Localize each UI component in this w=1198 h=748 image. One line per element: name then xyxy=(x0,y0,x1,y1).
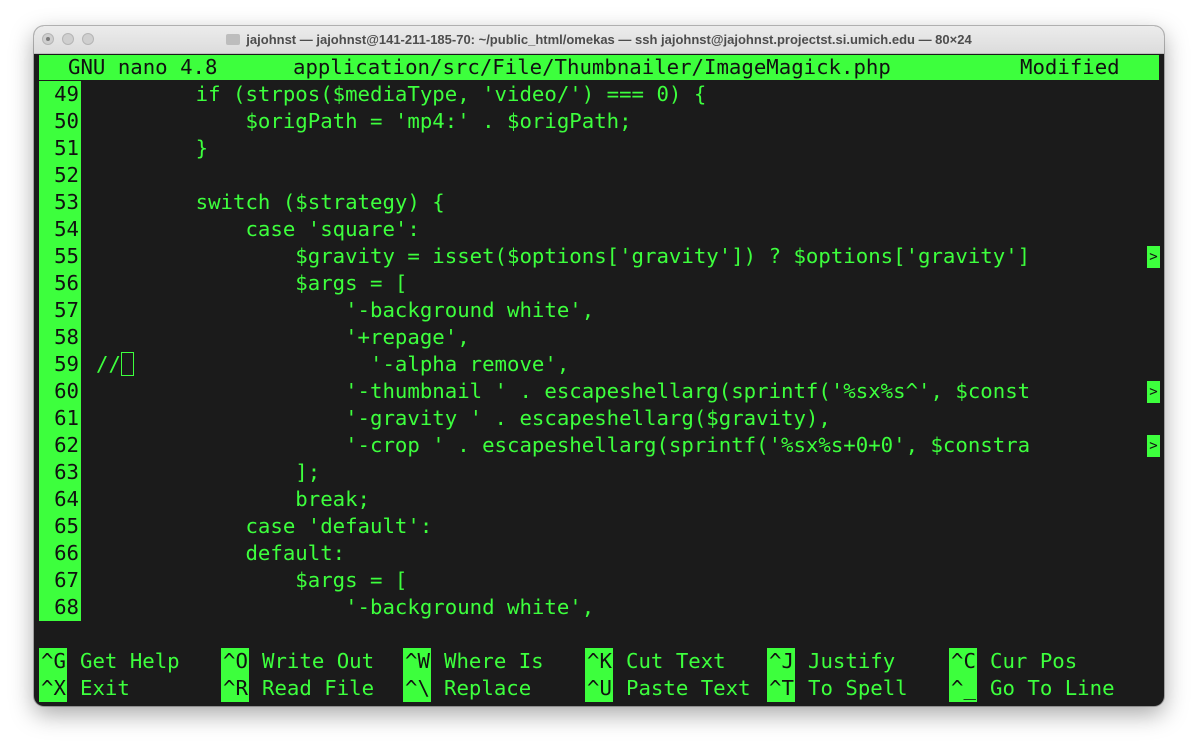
line-text[interactable]: '-crop ' . escapeshellarg(sprintf('%sx%s… xyxy=(96,432,1030,459)
shortcut-key: ^O xyxy=(221,648,249,675)
line-number: 52 xyxy=(39,162,81,189)
line-text[interactable]: $args = [ xyxy=(96,567,407,594)
line-number: 53 xyxy=(39,189,81,216)
line-text[interactable]: '-gravity ' . escapeshellarg($gravity), xyxy=(96,405,831,432)
line-text[interactable]: '-thumbnail ' . escapeshellarg(sprintf('… xyxy=(96,378,1030,405)
shortcut-key: ^W xyxy=(403,648,431,675)
shortcut-key: ^R xyxy=(221,675,249,702)
line-text[interactable]: if (strpos($mediaType, 'video/') === 0) … xyxy=(96,81,707,108)
code-line[interactable]: 60 '-thumbnail ' . escapeshellarg(sprint… xyxy=(39,378,1164,405)
line-number: 60 xyxy=(39,378,81,405)
terminal-content[interactable]: GNU nano 4.8 application/src/File/Thumbn… xyxy=(34,54,1164,706)
line-number: 55 xyxy=(39,243,81,270)
line-text[interactable]: '+repage', xyxy=(96,324,470,351)
shortcut-key: ^U xyxy=(585,675,613,702)
shortcut-label: Read File xyxy=(262,676,375,700)
shortcut-label: To Spell xyxy=(808,676,908,700)
shortcut-key: ^T xyxy=(767,675,795,702)
line-text[interactable]: '-background white', xyxy=(96,594,594,621)
line-text[interactable]: } xyxy=(96,135,208,162)
line-number: 54 xyxy=(39,216,81,243)
nano-header: GNU nano 4.8 application/src/File/Thumbn… xyxy=(39,55,1159,80)
line-number: 59 xyxy=(39,351,81,378)
line-text[interactable]: $args = [ xyxy=(96,270,407,297)
line-number: 58 xyxy=(39,324,81,351)
shortcut-write-out[interactable]: ^O Write Out xyxy=(221,648,374,675)
shortcut-key: ^X xyxy=(39,675,67,702)
shortcut-label: Exit xyxy=(80,676,130,700)
line-text[interactable]: $origPath = 'mp4:' . $origPath; xyxy=(96,108,631,135)
line-number: 68 xyxy=(39,594,81,621)
line-text[interactable]: default: xyxy=(96,540,345,567)
shortcut-paste-text[interactable]: ^U Paste Text xyxy=(585,675,751,702)
shortcut-exit[interactable]: ^X Exit xyxy=(39,675,130,702)
shortcut-label: Justify xyxy=(808,649,896,673)
shortcut-key: ^_ xyxy=(949,675,977,702)
window-title-wrap: jajohnst — jajohnst@141-211-185-70: ~/pu… xyxy=(34,32,1164,47)
terminal-window: jajohnst — jajohnst@141-211-185-70: ~/pu… xyxy=(34,26,1164,706)
line-text[interactable]: case 'default': xyxy=(96,513,432,540)
shortcut-get-help[interactable]: ^G Get Help xyxy=(39,648,180,675)
line-number: 50 xyxy=(39,108,81,135)
shortcut-key: ^K xyxy=(585,648,613,675)
line-number: 66 xyxy=(39,540,81,567)
line-text[interactable]: ]; xyxy=(96,459,320,486)
line-continues-marker: > xyxy=(1147,246,1160,268)
shortcut-label: Paste Text xyxy=(626,676,751,700)
line-number: 67 xyxy=(39,567,81,594)
code-line[interactable]: 62 '-crop ' . escapeshellarg(sprintf('%s… xyxy=(39,432,1164,459)
line-number: 62 xyxy=(39,432,81,459)
line-text[interactable]: break; xyxy=(96,486,370,513)
code-line[interactable]: 59// '-alpha remove', xyxy=(39,351,1164,378)
nano-modified-status: Modified xyxy=(1020,55,1120,79)
nano-version: GNU nano 4.8 xyxy=(68,55,218,79)
shortcut-go-to-line[interactable]: ^_ Go To Line xyxy=(949,675,1115,702)
line-continues-marker: > xyxy=(1147,381,1160,403)
line-text[interactable]: '-background white', xyxy=(96,297,594,324)
line-text[interactable]: '-alpha remove', xyxy=(96,351,569,378)
line-continues-marker: > xyxy=(1147,435,1160,457)
shortcut-read-file[interactable]: ^R Read File xyxy=(221,675,374,702)
shortcut-where-is[interactable]: ^W Where Is xyxy=(403,648,544,675)
shortcut-key: ^\ xyxy=(403,675,431,702)
line-text[interactable]: $gravity = isset($options['gravity']) ? … xyxy=(96,243,1030,270)
line-number: 49 xyxy=(39,81,81,108)
nano-filename: application/src/File/Thumbnailer/ImageMa… xyxy=(293,55,891,79)
title-bar[interactable]: jajohnst — jajohnst@141-211-185-70: ~/pu… xyxy=(34,26,1164,54)
shortcut-label: Write Out xyxy=(262,649,375,673)
line-text[interactable]: case 'square': xyxy=(96,216,419,243)
shortcut-label: Go To Line xyxy=(990,676,1115,700)
window-title: jajohnst — jajohnst@141-211-185-70: ~/pu… xyxy=(246,32,972,47)
line-number: 61 xyxy=(39,405,81,432)
shortcut-cur-pos[interactable]: ^C Cur Pos xyxy=(949,648,1077,675)
line-number: 51 xyxy=(39,135,81,162)
line-number: 63 xyxy=(39,459,81,486)
shortcut-label: Get Help xyxy=(80,649,180,673)
code-line[interactable]: 55 $gravity = isset($options['gravity'])… xyxy=(39,243,1164,270)
shortcut-label: Cut Text xyxy=(626,649,726,673)
shortcut-key: ^J xyxy=(767,648,795,675)
shortcut-key: ^G xyxy=(39,648,67,675)
shortcut-label: Where Is xyxy=(444,649,544,673)
shortcut-justify[interactable]: ^J Justify xyxy=(767,648,895,675)
line-number: 56 xyxy=(39,270,81,297)
shortcut-label: Replace xyxy=(444,676,532,700)
line-number: 64 xyxy=(39,486,81,513)
shortcut-replace[interactable]: ^\ Replace xyxy=(403,675,531,702)
line-number: 57 xyxy=(39,297,81,324)
shortcut-key: ^C xyxy=(949,648,977,675)
folder-icon xyxy=(226,34,241,45)
shortcut-to-spell[interactable]: ^T To Spell xyxy=(767,675,908,702)
line-number: 65 xyxy=(39,513,81,540)
shortcut-cut-text[interactable]: ^K Cut Text xyxy=(585,648,726,675)
line-text[interactable]: switch ($strategy) { xyxy=(96,189,445,216)
shortcut-label: Cur Pos xyxy=(990,649,1078,673)
